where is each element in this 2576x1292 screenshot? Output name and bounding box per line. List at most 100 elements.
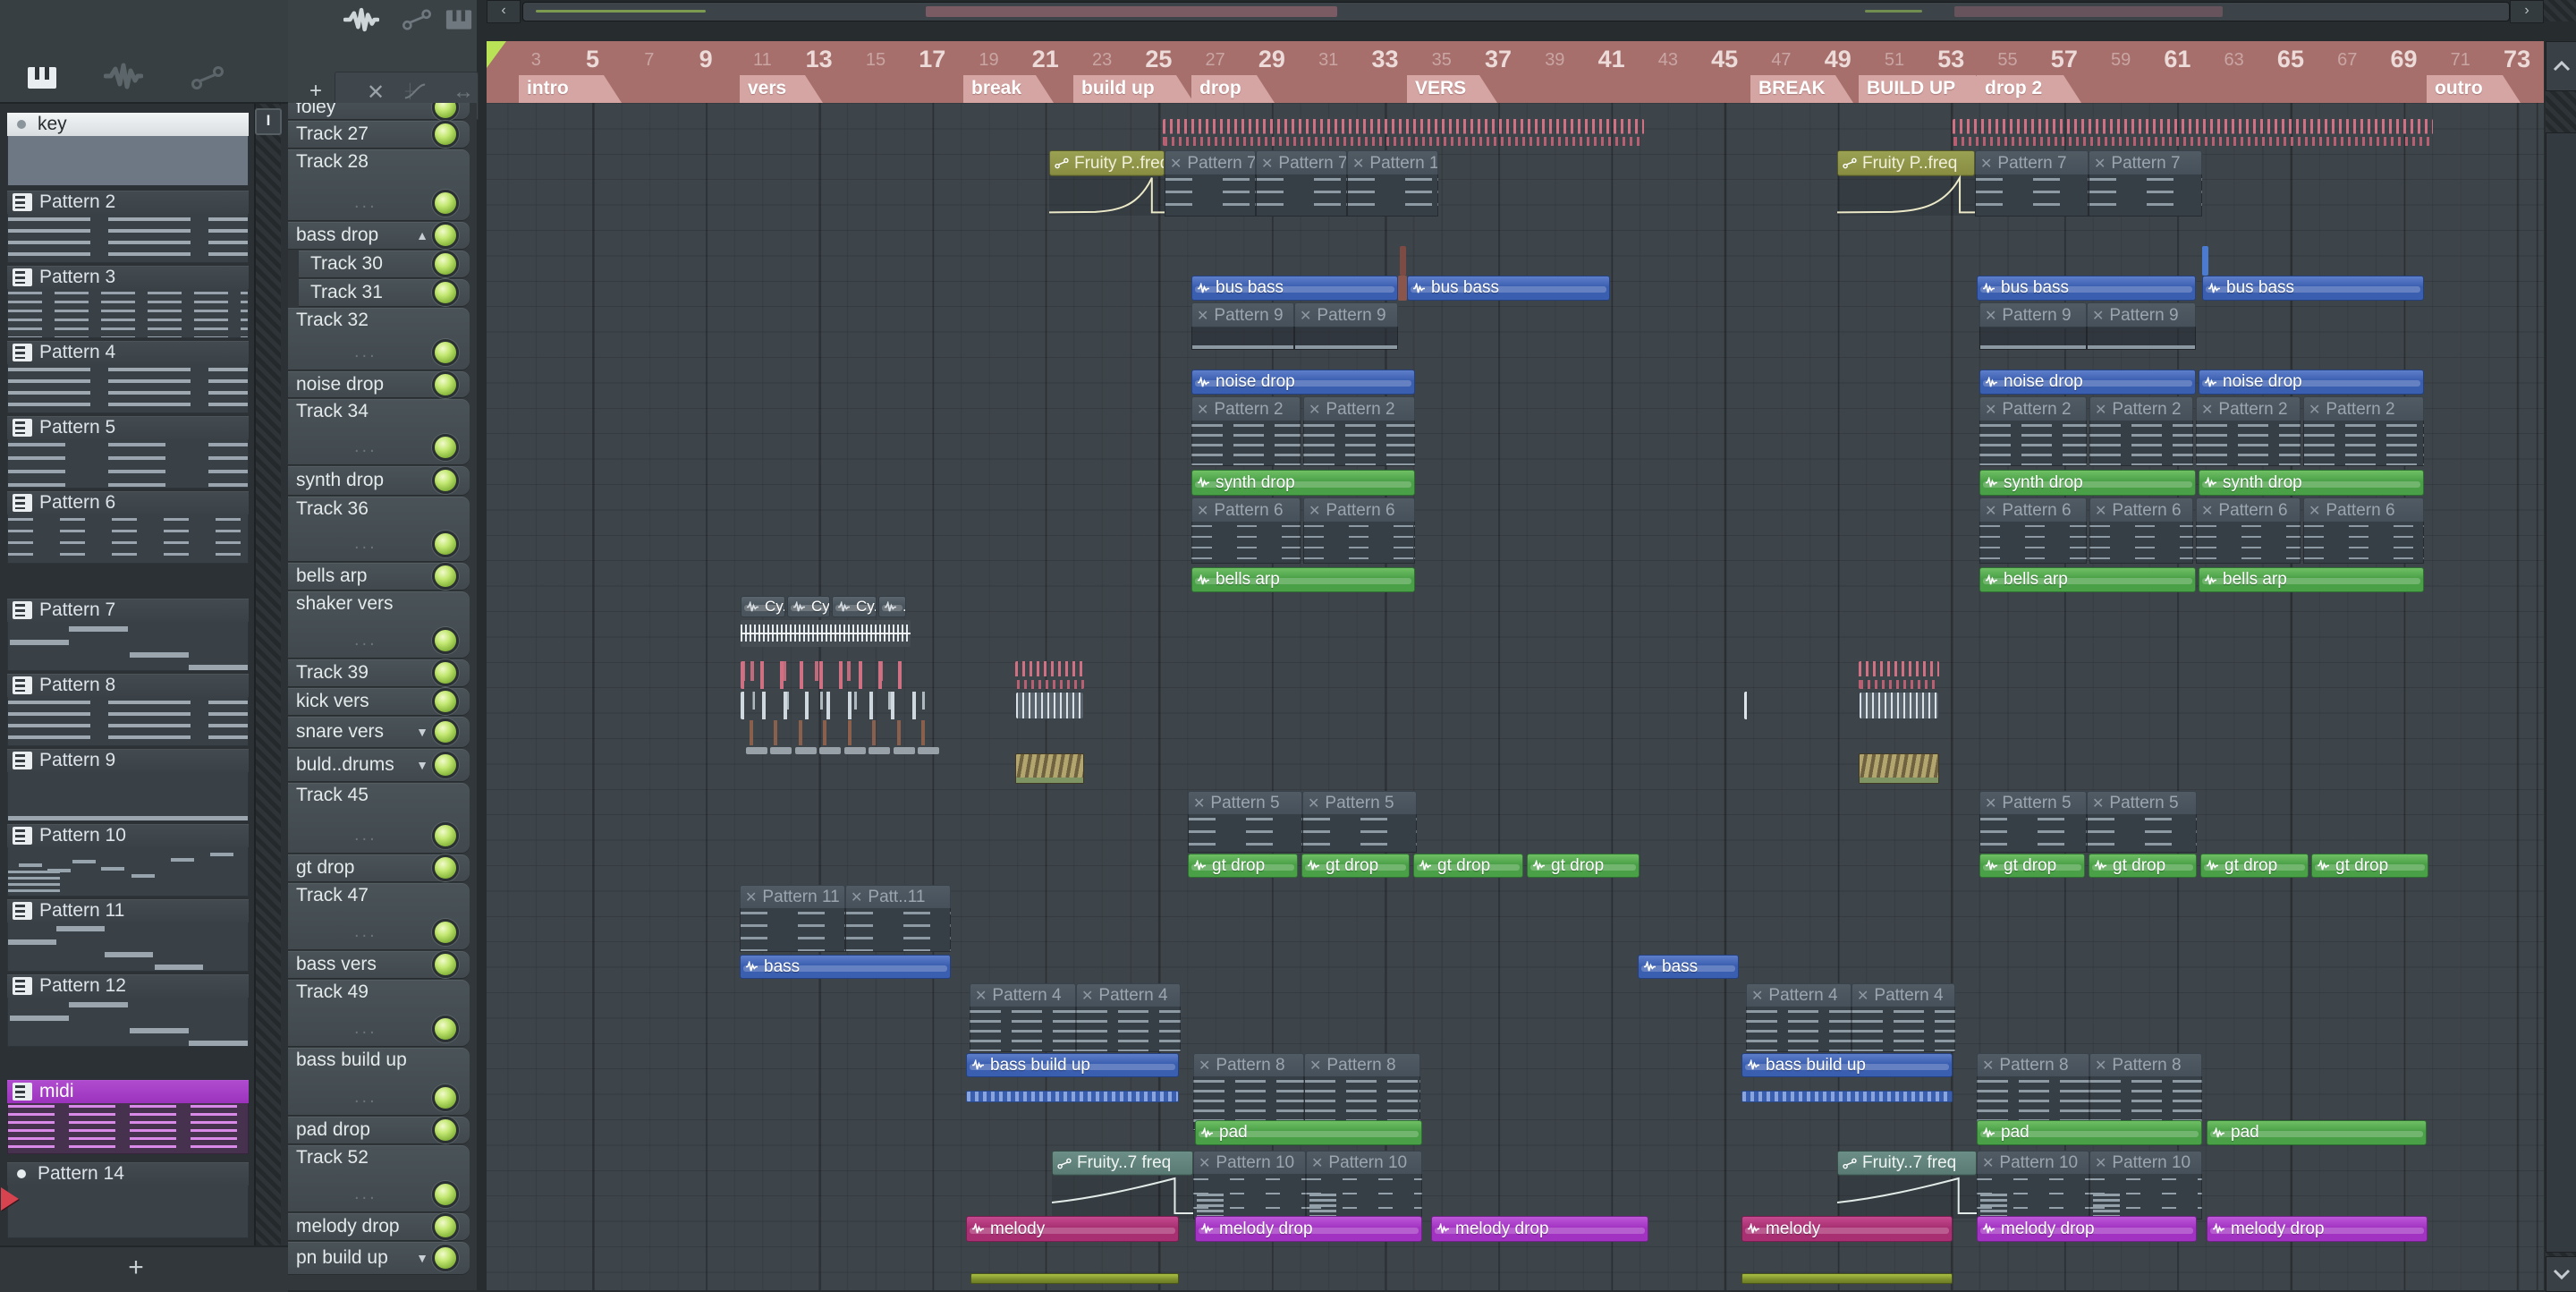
pattern-clip-pattern-9[interactable]: ✕ Pattern 9 (1294, 302, 1398, 350)
pattern-clip-pattern-7[interactable]: ✕ Pattern 7 (1256, 150, 1347, 217)
mute-led[interactable] (432, 251, 459, 277)
audio-clip-noise-drop[interactable]: noise drop (1191, 370, 1415, 395)
audio-clip-synth-drop[interactable]: synth drop (2199, 470, 2424, 496)
tick-clip[interactable] (1015, 661, 1084, 689)
timeline-marker-break[interactable]: break (963, 75, 1054, 103)
pattern-preview-pattern-11[interactable] (7, 922, 249, 972)
audio-clip-melody[interactable]: melody (966, 1216, 1179, 1242)
pattern-clip-header[interactable]: ✕ Pattern 4 (970, 983, 1076, 1008)
automation-clip-header[interactable]: Fruity P..freq (1049, 150, 1165, 176)
pattern-clip-pattern-2[interactable]: ✕ Pattern 2 (1303, 396, 1415, 466)
pattern-clip-pattern-8[interactable]: ✕ Pattern 8 (2089, 1053, 2202, 1131)
horizontal-scroll-thumb[interactable] (522, 2, 2510, 21)
add-pattern-button[interactable]: + (116, 1253, 156, 1285)
audio-clip-melody-drop[interactable]: melody drop (2207, 1216, 2428, 1242)
timeline-marker-build-up[interactable]: build up (1073, 75, 1194, 103)
pattern-clip-header[interactable]: ✕ Pattern 5 (1302, 791, 1417, 816)
pattern-preview-pattern-9[interactable] (7, 772, 249, 821)
track-row-melody-drop[interactable]: melody drop (288, 1213, 470, 1240)
track-row-foley[interactable]: foley (288, 103, 470, 121)
audio-clip-noise-drop[interactable]: noise drop (1979, 370, 2196, 395)
pattern-clip-pattern-2[interactable]: ✕ Pattern 2 (2196, 396, 2301, 466)
pattern-clip-pattern-8[interactable]: ✕ Pattern 8 (1304, 1053, 1420, 1131)
audio-clip-[interactable]: .. (878, 596, 906, 617)
clip-strip[interactable] (970, 1273, 1179, 1284)
pattern-item-header-key[interactable]: key (7, 113, 249, 136)
collapse-down-icon[interactable]: ▼ (416, 1251, 428, 1265)
audio-clip-bells-arp[interactable]: bells arp (2199, 567, 2424, 592)
collapse-down-icon[interactable]: ▼ (416, 725, 428, 739)
pattern-preview-pattern-7[interactable] (7, 622, 249, 671)
pattern-item-header-pattern-9[interactable]: Pattern 9 (7, 749, 249, 772)
audio-clip-noise-drop[interactable]: noise drop (2199, 370, 2424, 395)
pattern-clip-pattern-4[interactable]: ✕ Pattern 4 (970, 983, 1076, 1052)
track-row-track-39[interactable]: Track 39 (288, 659, 470, 686)
track-row-track-30[interactable]: Track 30 (299, 251, 470, 277)
waveform-strip-clip[interactable] (1741, 1091, 1953, 1102)
audio-clip-gt-drop[interactable]: gt drop (1413, 854, 1523, 878)
pattern-clip-header[interactable]: ✕ Pattern 9 (1294, 302, 1398, 328)
pattern-preview-pattern-14[interactable] (7, 1186, 249, 1238)
pattern-clip-pattern-10[interactable]: ✕ Pattern 10 (1306, 1151, 1422, 1220)
playlist-grid[interactable]: Fruity P..freq ✕ Pattern 7 ✕ Pattern 7 ✕ Patte… (487, 103, 2544, 1290)
pattern-clip-pattern-6[interactable]: ✕ Pattern 6 (2303, 497, 2424, 564)
mute-led[interactable] (432, 339, 459, 366)
timeline-marker-break[interactable]: BREAK (1750, 75, 1853, 103)
audio-clip-cy[interactable]: Cy.. (832, 596, 877, 617)
pattern-clip-header[interactable]: ✕ Pattern 5 (1979, 791, 2087, 816)
pattern-clip-header[interactable]: ✕Pattern 12 (1347, 150, 1438, 176)
audio-clip-bus-bass[interactable]: bus bass (1407, 276, 1610, 301)
mute-led[interactable] (432, 627, 459, 654)
pattern-clip-header[interactable]: ✕ Pattern 11 (740, 885, 845, 910)
pattern-clip-pattern-6[interactable]: ✕ Pattern 6 (1191, 497, 1301, 564)
track-row-noise-drop[interactable]: noise drop (288, 370, 470, 398)
mute-led[interactable] (432, 718, 459, 745)
audio-clip-bus-bass[interactable]: bus bass (2202, 276, 2424, 301)
mute-led[interactable] (432, 1016, 459, 1042)
pattern-clip-header[interactable]: ✕ Pattern 2 (1979, 396, 2087, 422)
tick-clip[interactable] (1953, 119, 2433, 146)
audio-clip-gt-drop[interactable]: gt drop (1188, 854, 1298, 878)
pattern-clip-pattern-2[interactable]: ✕ Pattern 2 (1191, 396, 1301, 466)
pattern-clip-pattern-2[interactable]: ✕ Pattern 2 (2303, 396, 2424, 466)
mute-led[interactable] (432, 1084, 459, 1111)
pattern-preview-pattern-12[interactable] (7, 998, 249, 1047)
mute-led[interactable] (432, 1181, 459, 1208)
waveform-strip-clip[interactable] (966, 1091, 1179, 1102)
audio-clip-melody-drop[interactable]: melody drop (1195, 1216, 1422, 1242)
picker-info-button[interactable]: I (255, 108, 282, 135)
track-row-snare-vers[interactable]: snare vers ▼ (288, 717, 470, 747)
slide-tool-icon[interactable]: ↔ (448, 80, 479, 105)
timeline-ruler[interactable]: 3 5 7 9 11 13 15 17 19 21 23 25 27 29 31 33 35 37 39 41 43 45… (487, 41, 2544, 106)
pattern-clip-header[interactable]: ✕ Pattern 7 (1256, 150, 1347, 176)
audio-clip-gt-drop[interactable]: gt drop (1979, 854, 2085, 878)
tick-clip[interactable] (741, 692, 928, 719)
pattern-clip-pattern-9[interactable]: ✕ Pattern 9 (1979, 302, 2087, 350)
drum-roll-clip[interactable] (1859, 753, 1939, 784)
pattern-clip-pattern-5[interactable]: ✕ Pattern 5 (1188, 791, 1302, 853)
pattern-clip-pattern-6[interactable]: ✕ Pattern 6 (1303, 497, 1415, 564)
track-row-track-36[interactable]: Track 36... (288, 497, 470, 561)
pattern-item-header-pattern-6[interactable]: Pattern 6 (7, 491, 249, 514)
piano-roll-tab-icon[interactable] (27, 66, 57, 94)
pattern-clip-pattern-8[interactable]: ✕ Pattern 8 (1193, 1053, 1304, 1131)
audio-clip-bass-build-up[interactable]: bass build up (966, 1053, 1179, 1077)
track-row-track-27[interactable]: Track 27 (288, 121, 470, 148)
timeline-marker-build-up[interactable]: BUILD UP (1859, 75, 1994, 103)
pattern-clip-header[interactable]: ✕ Pattern 9 (1979, 302, 2087, 328)
track-row-track-32[interactable]: Track 32... (288, 308, 470, 370)
pattern-clip-header[interactable]: ✕ Pattern 6 (1191, 497, 1301, 523)
mute-led[interactable] (432, 659, 459, 686)
timeline-marker-outro[interactable]: outro (2427, 75, 2521, 103)
track-row-track-45[interactable]: Track 45... (288, 783, 470, 853)
pattern-item-header-pattern-7[interactable]: Pattern 7 (7, 599, 249, 622)
automation-clip-header[interactable]: Fruity..7 freq (1837, 1151, 1977, 1176)
piano-mode-icon[interactable] (445, 9, 472, 37)
audio-clip-gt-drop[interactable]: gt drop (2089, 854, 2197, 878)
pattern-clip-pattern-5[interactable]: ✕ Pattern 5 (2087, 791, 2197, 853)
pattern-clip-pattern-9[interactable]: ✕ Pattern 9 (1191, 302, 1294, 350)
pattern-clip-header[interactable]: ✕ Patt..11 (845, 885, 951, 910)
pattern-clip-header[interactable]: ✕ Pattern 10 (1306, 1151, 1422, 1176)
audio-mode-icon[interactable] (343, 7, 380, 38)
pattern-item-header-pattern-5[interactable]: Pattern 5 (7, 416, 249, 439)
